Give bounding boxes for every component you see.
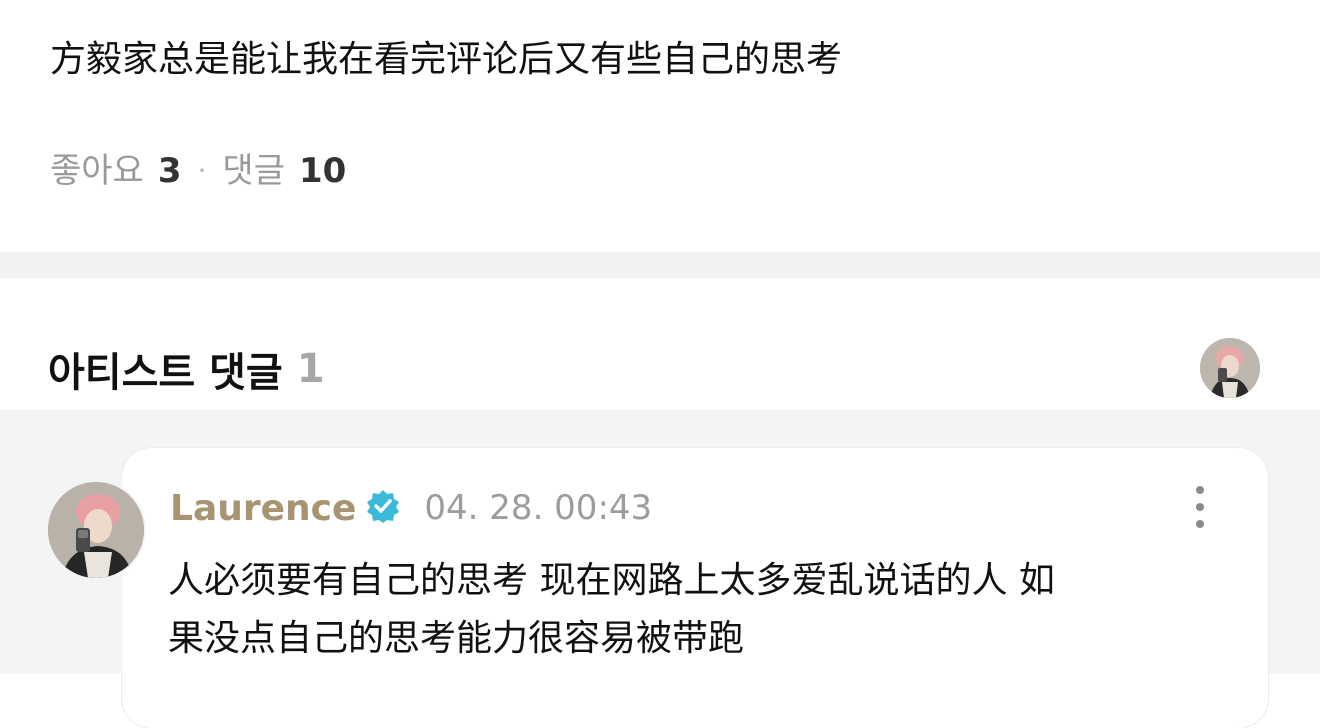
section-divider — [0, 252, 1320, 278]
likes-label[interactable]: 좋아요 — [50, 148, 144, 194]
verified-badge-icon — [356, 489, 400, 527]
more-dot — [1196, 503, 1204, 511]
comment-meta: Laurence 04. 28. 00:43 — [170, 484, 652, 532]
comment-body: 人必须要有自己的思考 现在网路上太多爱乱说话的人 如 果没点自己的思考能力很容易… — [168, 552, 1228, 668]
author-name[interactable]: Laurence — [170, 488, 356, 529]
artist-comments-label: 아티스트 댓글 — [48, 350, 283, 396]
comments-count[interactable]: 10 — [299, 148, 346, 194]
comment-text-line: 人必须要有自己的思考 现在网路上太多爱乱说话的人 如 — [168, 560, 1055, 601]
profile-photo-icon[interactable] — [1200, 338, 1260, 398]
artist-comments-header: 아티스트 댓글 1 — [0, 278, 1320, 410]
comment-timestamp: 04. 28. 00:43 — [424, 488, 653, 528]
artist-comments-title: 아티스트 댓글 1 — [48, 344, 325, 396]
artist-comments-count: 1 — [296, 346, 325, 392]
likes-count[interactable]: 3 — [158, 148, 182, 194]
post-section: 方毅家总是能让我在看完评论后又有些自己的思考 좋아요 3 · 댓글 10 — [0, 0, 1320, 252]
post-text: 方毅家总是能让我在看完评论后又有些自己的思考 — [50, 39, 843, 80]
more-vertical-icon[interactable] — [1186, 486, 1214, 528]
more-dot — [1196, 486, 1204, 494]
comment-text-line: 果没点自己的思考能力很容易被带跑 — [168, 618, 745, 659]
author-avatar[interactable] — [48, 482, 144, 578]
comments-label[interactable]: 댓글 — [222, 148, 285, 194]
more-dot — [1196, 520, 1204, 528]
post-stats: 좋아요 3 · 댓글 10 — [50, 148, 346, 194]
stats-separator: · — [197, 154, 207, 187]
